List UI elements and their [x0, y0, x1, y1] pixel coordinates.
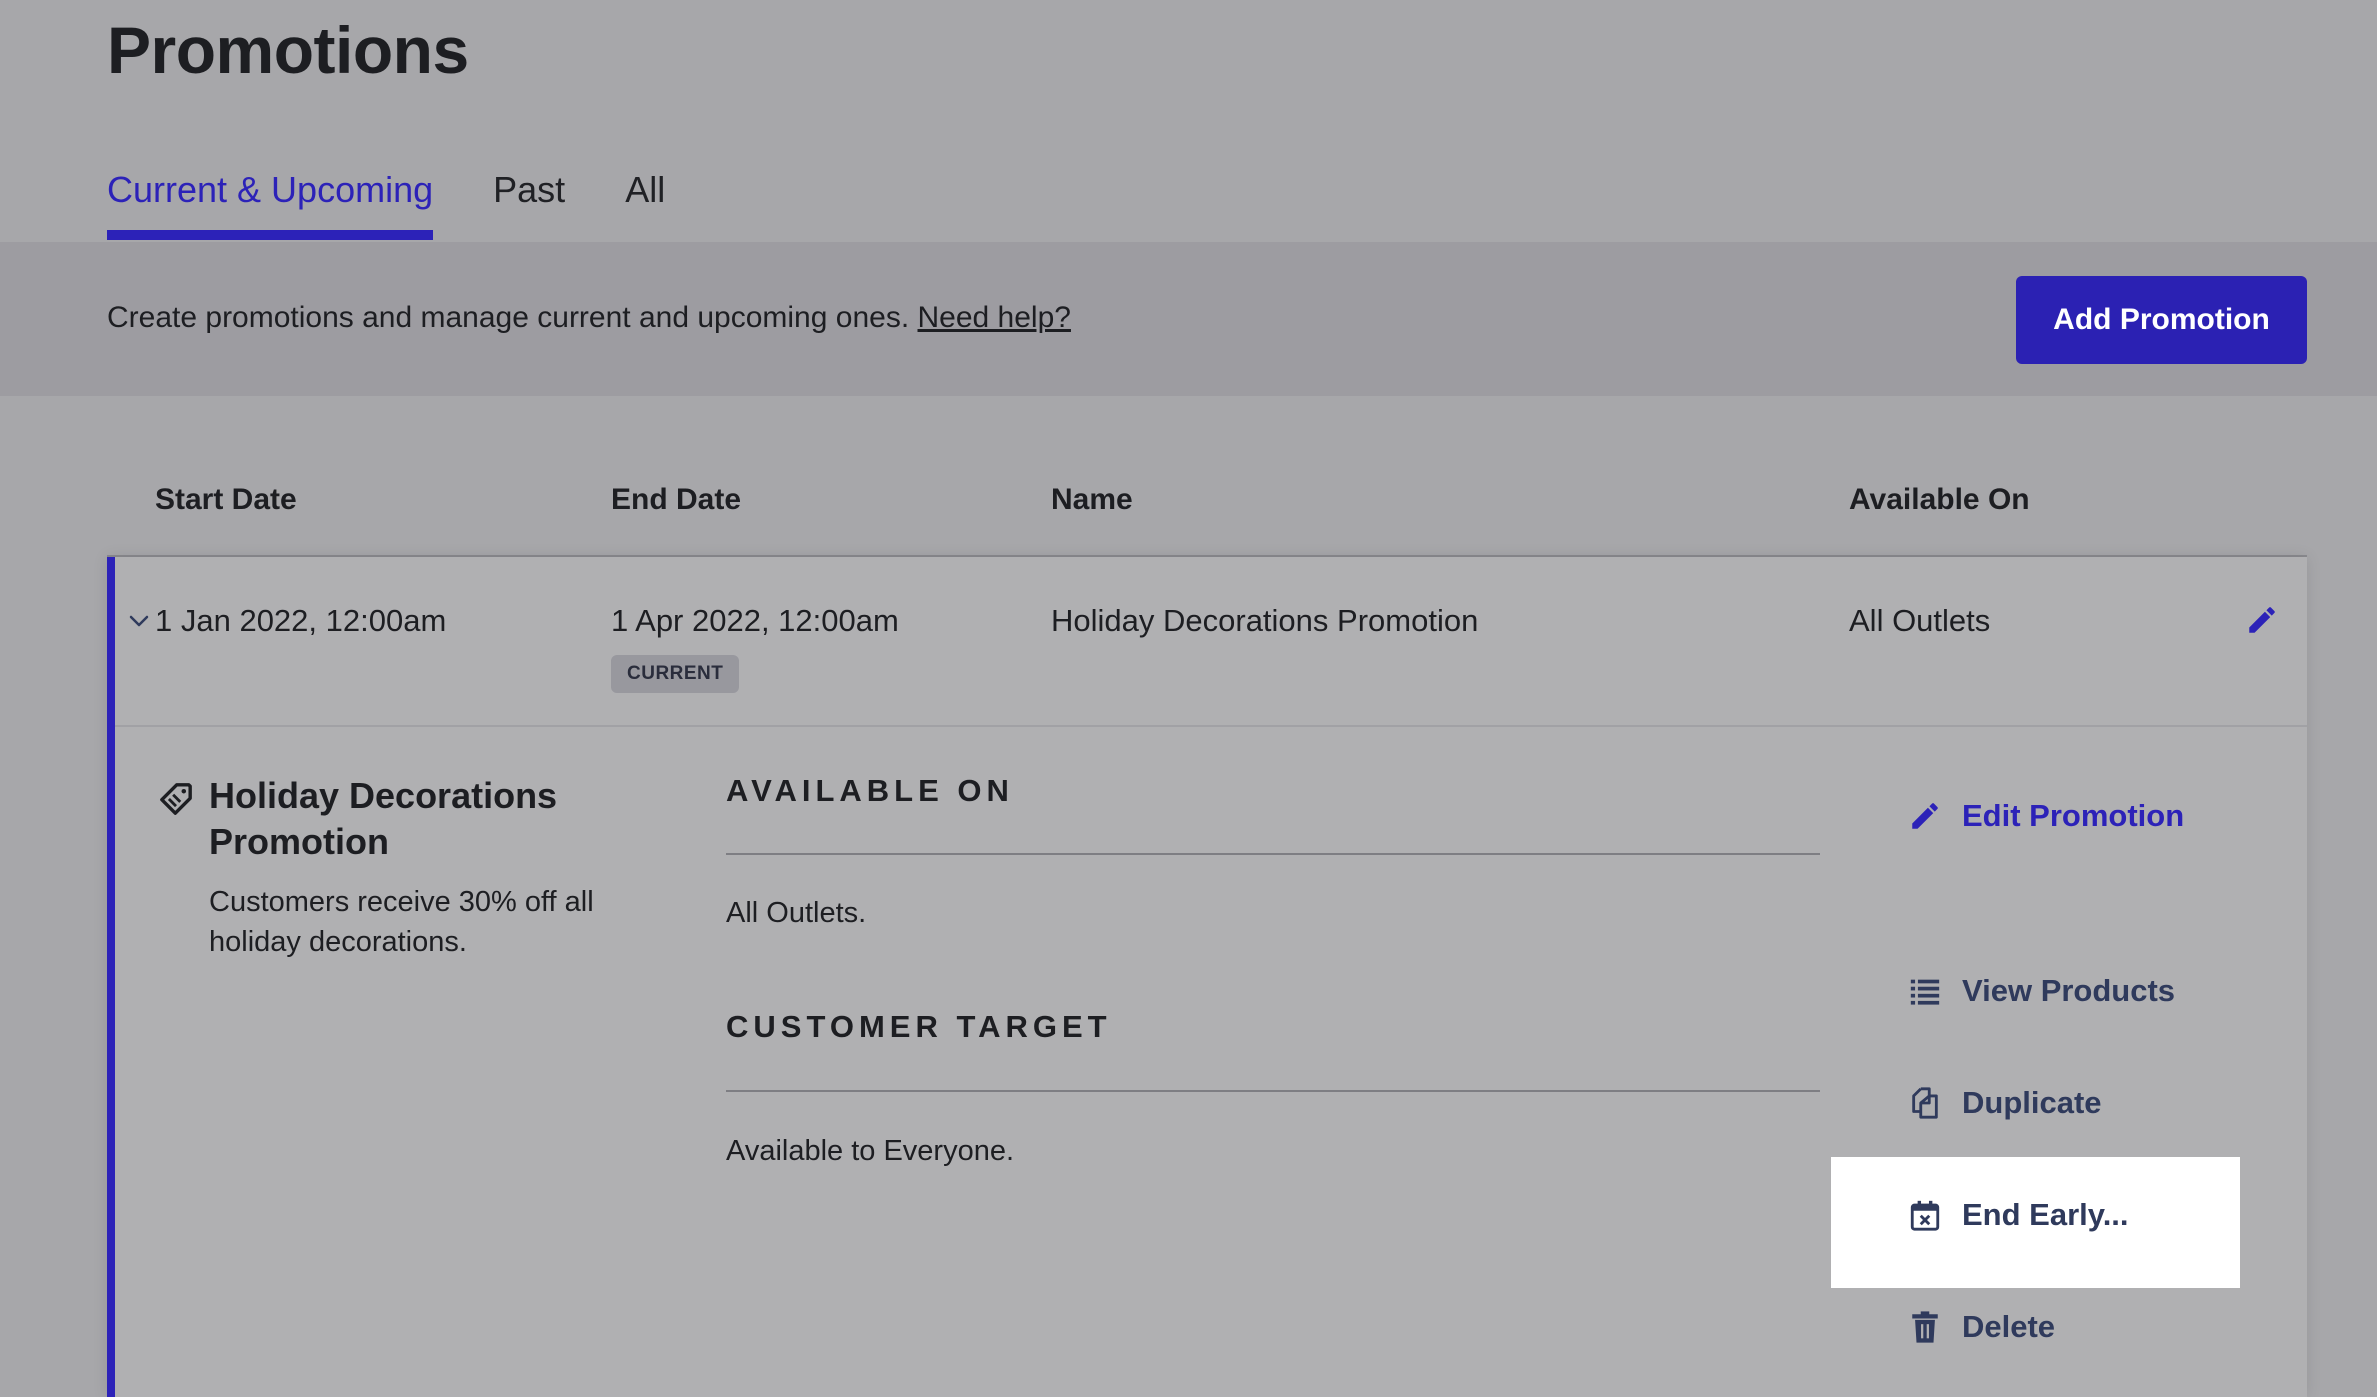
- tab-current-upcoming[interactable]: Current & Upcoming: [107, 160, 434, 242]
- column-header-available-on: Available On: [1849, 483, 2030, 516]
- row-divider: [115, 725, 2307, 727]
- customer-target-value: Available to Everyone.: [726, 1135, 1015, 1167]
- section-divider: [726, 853, 1820, 855]
- table-row: 1 Jan 2022, 12:00am 1 Apr 2022, 12:00am …: [107, 557, 2307, 1397]
- trash-icon: [1912, 1311, 1938, 1343]
- calendar-x-icon: [1910, 1200, 1940, 1231]
- tab-past[interactable]: Past: [493, 160, 565, 242]
- start-date-cell: 1 Jan 2022, 12:00am: [155, 603, 447, 638]
- info-description: Create promotions and manage current and…: [107, 301, 910, 334]
- section-heading-available-on: AVAILABLE ON: [726, 773, 1014, 808]
- name-cell: Holiday Decorations Promotion: [1051, 603, 1479, 638]
- column-header-name: Name: [1051, 483, 1133, 516]
- chevron-down-icon[interactable]: [127, 609, 151, 633]
- pencil-icon[interactable]: [2245, 603, 2279, 637]
- view-products-label: View Products: [1962, 973, 2176, 1008]
- add-promotion-button[interactable]: Add Promotion: [2016, 276, 2307, 364]
- list-icon: [1910, 979, 1940, 1005]
- tab-all[interactable]: All: [625, 160, 665, 242]
- pencil-icon: [1912, 803, 1938, 829]
- promotion-detail-title: Holiday Decorations Promotion: [209, 775, 558, 862]
- duplicate-label: Duplicate: [1962, 1085, 2102, 1120]
- section-heading-customer-target: CUSTOMER TARGET: [726, 1009, 1112, 1044]
- available-on-cell: All Outlets: [1849, 603, 1991, 638]
- tag-icon: [160, 783, 192, 815]
- section-divider: [726, 1090, 1820, 1092]
- duplicate-icon: [1912, 1087, 1938, 1119]
- promotion-description: Customers receive 30% off all holiday de…: [209, 886, 594, 958]
- tab-bar: Current & Upcoming Past All: [107, 160, 725, 242]
- end-early-button[interactable]: End Early...: [1908, 1197, 2129, 1233]
- end-early-label: End Early...: [1962, 1197, 2129, 1232]
- column-header-start-date: Start Date: [155, 483, 297, 516]
- duplicate-button[interactable]: Duplicate: [1908, 1085, 2102, 1121]
- status-badge: CURRENT: [611, 655, 740, 693]
- available-on-value: All Outlets.: [726, 897, 867, 929]
- info-bar: Create promotions and manage current and…: [0, 242, 2377, 396]
- edit-promotion-button[interactable]: Edit Promotion: [1908, 798, 2184, 834]
- delete-button[interactable]: Delete: [1908, 1309, 2055, 1345]
- end-date-cell: 1 Apr 2022, 12:00am: [611, 603, 899, 638]
- column-header-end-date: End Date: [611, 483, 742, 516]
- need-help-link[interactable]: Need help?: [918, 301, 1071, 334]
- info-text: Create promotions and manage current and…: [107, 298, 1071, 338]
- edit-promotion-label: Edit Promotion: [1962, 798, 2185, 833]
- page-title: Promotions: [107, 13, 469, 87]
- view-products-button[interactable]: View Products: [1908, 973, 2175, 1009]
- delete-label: Delete: [1962, 1309, 2056, 1344]
